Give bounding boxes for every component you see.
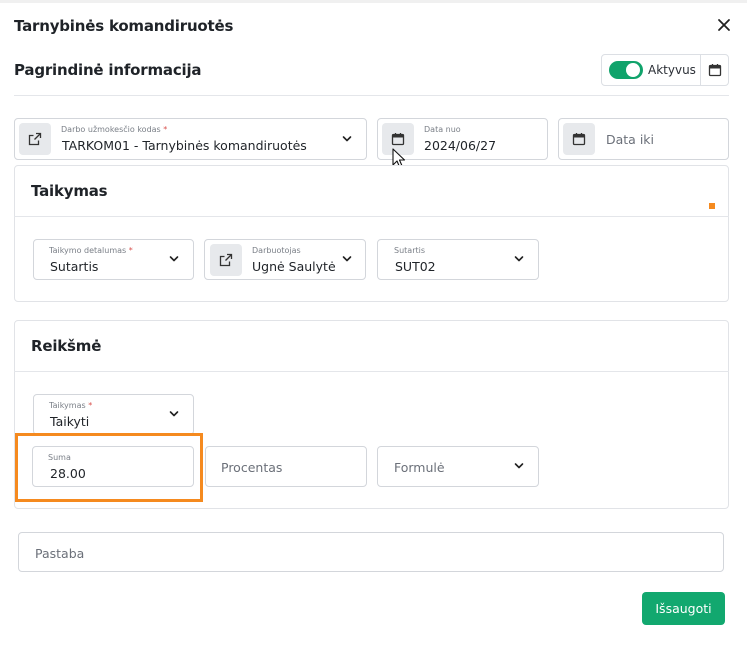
amount-value: 28.00 — [50, 466, 86, 481]
background-strip — [0, 0, 747, 3]
date-from-label: Data nuo — [424, 125, 461, 134]
calendar-icon — [391, 133, 405, 146]
header-divider — [14, 95, 729, 96]
external-link-icon — [28, 132, 42, 146]
date-to-calendar-button[interactable] — [563, 123, 595, 155]
close-icon[interactable] — [713, 14, 735, 36]
status-indicator — [709, 203, 715, 209]
employee-value: Ugnė Saulytė — [252, 259, 336, 274]
open-link-button[interactable] — [19, 123, 51, 155]
contract-value: SUT02 — [395, 259, 436, 274]
date-from-value: 2024/06/27 — [424, 138, 497, 153]
percent-placeholder: Procentas — [221, 460, 283, 475]
work-code-label: Darbo užmokesčio kodas * — [61, 125, 168, 134]
amount-label: Suma — [48, 453, 71, 462]
active-toggle-label: Aktyvus — [648, 63, 696, 77]
formula-placeholder: Formulė — [394, 460, 445, 475]
external-link-icon — [219, 253, 233, 267]
save-button[interactable]: Išsaugoti — [642, 592, 725, 625]
chevron-down-icon — [169, 411, 179, 417]
detail-level-label: Taikymo detalumas * — [49, 246, 133, 255]
value-title: Reikšmė — [31, 337, 102, 355]
note-placeholder: Pastaba — [35, 546, 85, 561]
section-title-main-info: Pagrindinė informacija — [14, 61, 202, 79]
card-divider — [14, 371, 729, 372]
chevron-down-icon — [342, 256, 352, 262]
calendar-icon[interactable] — [708, 63, 722, 77]
work-code-value: TARKOM01 - Tarnybinės komandiruotės — [62, 138, 307, 153]
chevron-down-icon — [514, 256, 524, 262]
application-value: Taikyti — [50, 414, 90, 429]
contract-label: Sutartis — [394, 246, 426, 255]
chevron-down-icon — [514, 463, 524, 469]
taikymas-card — [14, 165, 729, 302]
modal-title: Tarnybinės komandiruotės — [14, 17, 234, 35]
application-label: Taikymas * — [49, 401, 93, 410]
employee-label: Darbuotojas — [252, 246, 301, 255]
date-to-placeholder: Data iki — [606, 132, 655, 147]
detail-level-value: Sutartis — [50, 259, 99, 274]
toggle-knob — [626, 63, 640, 77]
card-divider — [14, 216, 729, 217]
open-employee-button[interactable] — [210, 244, 242, 276]
divider — [700, 55, 701, 85]
chevron-down-icon — [169, 256, 179, 262]
chevron-down-icon — [342, 136, 352, 142]
note-field[interactable] — [18, 532, 724, 572]
taikymas-title: Taikymas — [31, 182, 108, 200]
calendar-icon — [572, 133, 586, 146]
